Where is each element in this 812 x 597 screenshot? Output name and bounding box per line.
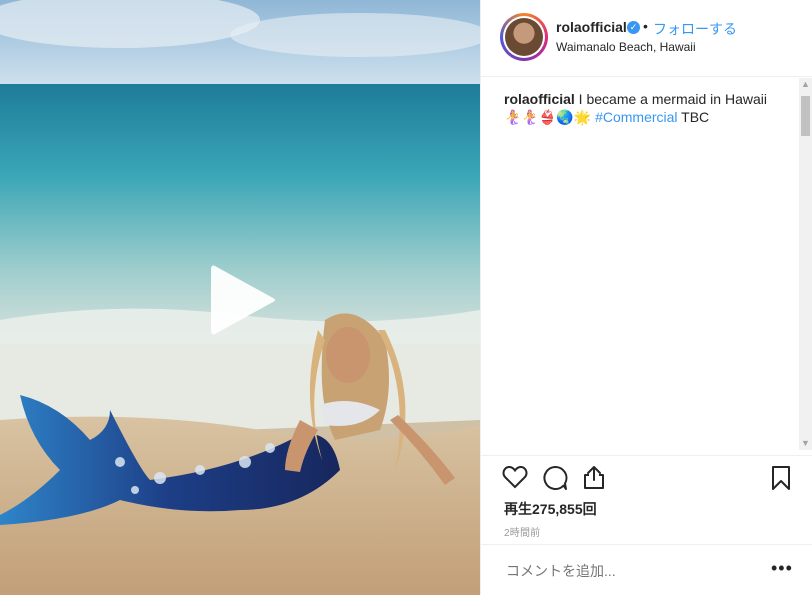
caption-emoji: 🧜‍♀️🧜‍♀️👙🌏🌟 — [504, 109, 592, 125]
post-header: rolaofficial ✓ • フォローする Waimanalo Beach,… — [481, 0, 812, 77]
post-video[interactable] — [0, 0, 480, 595]
instagram-post: rolaofficial ✓ • フォローする Waimanalo Beach,… — [0, 0, 812, 595]
location-link[interactable]: Waimanalo Beach, Hawaii — [556, 40, 696, 54]
play-icon[interactable] — [203, 260, 283, 340]
scroll-up-icon[interactable]: ▲ — [799, 78, 812, 91]
username-link[interactable]: rolaofficial — [556, 19, 627, 35]
heart-icon[interactable] — [502, 465, 528, 489]
avatar[interactable] — [500, 13, 548, 61]
comment-input[interactable] — [504, 562, 748, 580]
follow-button[interactable]: フォローする — [653, 19, 737, 39]
post-timestamp[interactable]: 2時間前 — [504, 524, 540, 539]
verified-badge-icon: ✓ — [627, 21, 640, 34]
caption-text: I became a mermaid in Hawaii — [574, 91, 767, 107]
scroll-down-icon[interactable]: ▼ — [799, 437, 812, 450]
caption: rolaofficial I became a mermaid in Hawai… — [504, 90, 789, 126]
scrollbar-thumb[interactable] — [801, 96, 810, 136]
hashtag-link[interactable]: #Commercial — [595, 109, 677, 125]
view-count[interactable]: 再生275,855回 — [504, 499, 597, 519]
caption-username[interactable]: rolaofficial — [504, 91, 575, 107]
comment-icon[interactable] — [542, 465, 568, 491]
action-bar: 再生275,855回 2時間前 ••• — [481, 455, 812, 596]
more-options-icon[interactable]: ••• — [771, 558, 793, 579]
post-sidebar: rolaofficial ✓ • フォローする Waimanalo Beach,… — [480, 0, 812, 595]
comment-bar: ••• — [481, 544, 812, 597]
caption-scrollbar[interactable]: ▲ ▼ — [799, 78, 812, 450]
share-icon[interactable] — [582, 464, 606, 490]
header-separator: • — [643, 18, 648, 34]
caption-end: TBC — [677, 109, 710, 125]
bookmark-icon[interactable] — [771, 465, 791, 491]
